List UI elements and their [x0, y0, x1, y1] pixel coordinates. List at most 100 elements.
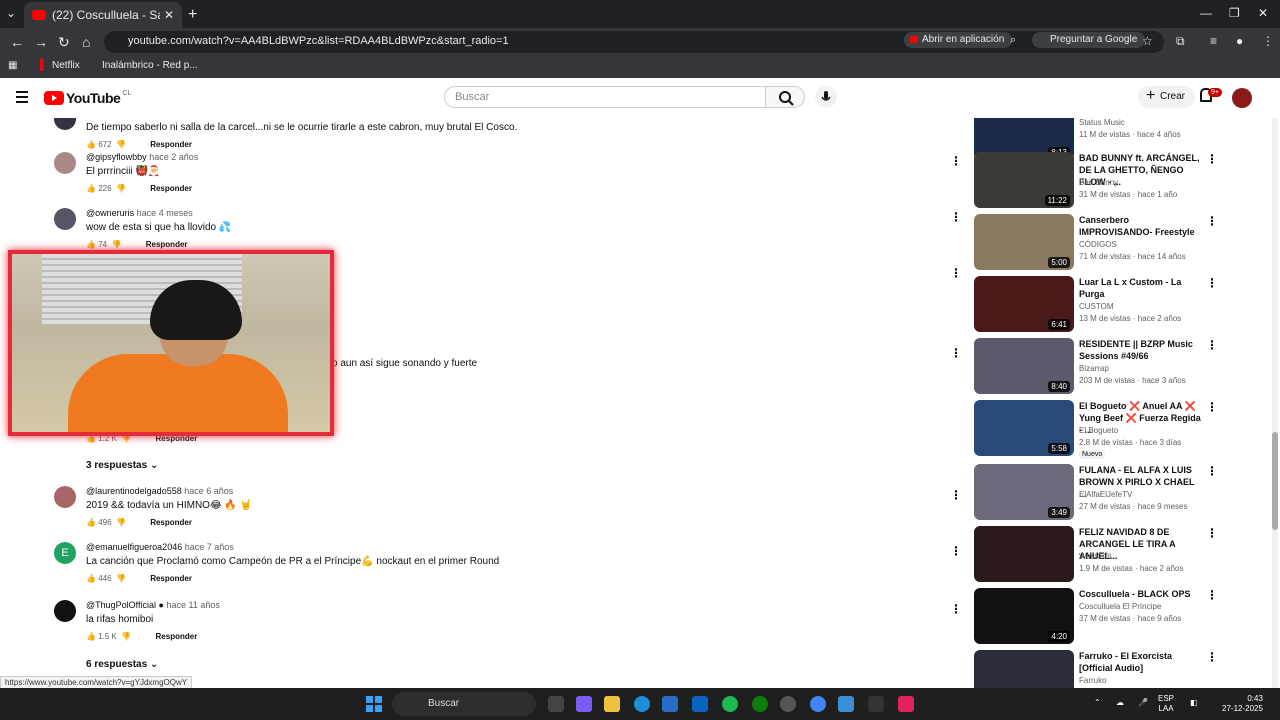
comment-avatar[interactable] — [54, 208, 76, 230]
video-title[interactable]: Canserbero IMPROVISANDO- Freestyle — [1079, 214, 1203, 238]
media-icon[interactable]: ≡ — [1210, 34, 1217, 48]
video-more-icon[interactable]: ⋮ — [1206, 152, 1218, 166]
channel-name[interactable]: El Bogueto — [1079, 426, 1118, 435]
search-input[interactable]: Buscar — [444, 86, 766, 108]
channel-name[interactable]: WestCOL — [1079, 552, 1114, 561]
outlook-icon[interactable] — [692, 696, 708, 712]
comment-more-icon[interactable]: ⋮ — [950, 154, 960, 168]
spotify-icon[interactable] — [722, 696, 738, 712]
replies-toggle[interactable]: 6 respuestas ⌄ — [86, 659, 158, 670]
network-icon[interactable]: ◧ — [1190, 698, 1198, 708]
video-title[interactable]: Farruko - El Exorcista [Official Audio] — [1079, 650, 1203, 674]
video-more-icon[interactable]: ⋮ — [1206, 650, 1218, 664]
copilot-icon[interactable] — [576, 696, 592, 712]
video-more-icon[interactable]: ⋮ — [1206, 400, 1218, 414]
channel-name[interactable]: Farruko — [1079, 676, 1107, 685]
close-tab-icon[interactable]: ✕ — [164, 8, 174, 22]
video-card[interactable]: FELIZ NAVIDAD 8 DE ARCANGEL LE TIRA A AN… — [974, 526, 1218, 584]
youtube-logo[interactable]: YouTube CL — [44, 90, 131, 106]
page-scrollbar[interactable] — [1272, 118, 1278, 688]
language-indicator[interactable]: ESP LAA — [1158, 694, 1174, 714]
xbox-icon[interactable] — [752, 696, 768, 712]
browser-tab-active[interactable]: (22) Cosculluela - Santa Cos [Rí... ✕ — [24, 2, 182, 28]
windows-start-icon[interactable] — [366, 696, 382, 712]
comment-author[interactable]: @gipsyflowbby — [86, 152, 147, 162]
channel-name[interactable]: Cosculluela El Príncipe — [1079, 602, 1161, 611]
video-title[interactable]: Luar La L x Custom - La Purga — [1079, 276, 1203, 300]
comment-more-icon[interactable]: ⋮ — [950, 210, 960, 224]
profile-icon[interactable]: ● — [1236, 34, 1243, 48]
zoom-icon[interactable]: ⌕ — [1010, 34, 1016, 47]
ask-google-button[interactable]: Preguntar a Google — [1032, 32, 1146, 48]
menu-icon[interactable]: ⋮ — [1262, 34, 1274, 48]
create-button[interactable]: Crear — [1138, 86, 1196, 108]
channel-name[interactable]: Bad Bunny — [1079, 178, 1118, 187]
video-more-icon[interactable]: ⋮ — [1206, 276, 1218, 290]
comment-more-icon[interactable]: ⋮ — [950, 346, 960, 360]
reply-button[interactable]: Responder — [150, 184, 192, 193]
tray-overflow-icon[interactable]: ⌃ — [1094, 698, 1101, 708]
taskbar-search[interactable]: Buscar — [392, 692, 536, 716]
user-avatar[interactable] — [1232, 88, 1252, 108]
comment-more-icon[interactable]: ⋮ — [950, 544, 960, 558]
channel-name[interactable]: Bizarrap — [1079, 364, 1109, 373]
reply-button[interactable]: Responder — [150, 140, 192, 149]
channel-name[interactable]: Status Music — [1079, 118, 1125, 127]
new-tab-button[interactable]: + — [188, 6, 197, 24]
comment-time[interactable]: hace 7 años — [185, 542, 234, 552]
comment-author[interactable]: @ThugPolOfficial — [86, 600, 156, 610]
back-icon[interactable]: ← — [10, 34, 24, 50]
comment-more-icon[interactable]: ⋮ — [950, 602, 960, 616]
reload-icon[interactable]: ↻ — [58, 34, 70, 51]
comment-more-icon[interactable]: ⋮ — [950, 488, 960, 502]
forward-icon[interactable]: → — [34, 34, 48, 50]
channel-name[interactable]: ElAlfaElJefeTV — [1079, 490, 1132, 499]
replies-toggle[interactable]: 3 respuestas ⌄ — [86, 460, 158, 471]
task-view-icon[interactable] — [548, 696, 564, 712]
onedrive-icon[interactable]: ☁ — [1116, 698, 1124, 708]
search-button[interactable] — [765, 86, 805, 108]
video-card[interactable]: 4:20 Cosculluela - BLACK OPS Cosculluela E… — [974, 588, 1218, 646]
video-card[interactable]: 11:22 BAD BUNNY ft. ARCÁNGEL, DE LA GHETT… — [974, 152, 1218, 210]
video-card[interactable]: 5:58 El Bogueto ❌ Anuel AA ❌ Yung Beef ❌ … — [974, 400, 1218, 459]
clock[interactable]: 0:43 27-12-2025 — [1222, 694, 1263, 714]
video-card[interactable]: 3:49 FULANA - EL ALFA X LUIS BROWN X PIRL… — [974, 464, 1218, 522]
video-card[interactable]: Farruko - El Exorcista [Official Audio] F… — [974, 650, 1218, 688]
reply-button[interactable]: Responder — [156, 632, 198, 641]
tiktok-icon[interactable] — [898, 696, 914, 712]
video-card[interactable]: 6:41 Luar La L x Custom - La Purga CUSTOM 1… — [974, 276, 1218, 334]
chrome-icon[interactable] — [810, 696, 826, 712]
store-icon[interactable] — [662, 696, 678, 712]
close-window-icon[interactable]: ✕ — [1258, 6, 1268, 20]
tab-search-icon[interactable]: ⌄ — [6, 6, 16, 20]
steam-icon[interactable] — [780, 696, 796, 712]
reply-button[interactable]: Responder — [150, 518, 192, 527]
bookmark-inalambrico[interactable]: Inalámbrico - Red p... — [102, 60, 198, 71]
restore-icon[interactable]: ❐ — [1229, 6, 1240, 20]
comment-time[interactable]: hace 11 años — [166, 600, 219, 610]
bookmark-star-icon[interactable]: ☆ — [1142, 34, 1153, 48]
comment-time[interactable]: hace 2 años — [149, 152, 198, 162]
comment-author[interactable]: @owneruris — [86, 208, 134, 218]
video-more-icon[interactable]: ⋮ — [1206, 214, 1218, 228]
app-icon[interactable] — [868, 696, 884, 712]
comment-avatar[interactable] — [54, 118, 76, 130]
video-title[interactable]: RESIDENTE || BZRP Music Sessions #49/66 — [1079, 338, 1203, 362]
comment-avatar[interactable] — [54, 152, 76, 174]
reply-button[interactable]: Responder — [150, 574, 192, 583]
microphone-icon[interactable] — [815, 86, 837, 108]
bookmark-netflix[interactable]: Netflix — [52, 60, 80, 71]
comment-time[interactable]: hace 6 años — [184, 486, 233, 496]
photos-icon[interactable] — [838, 696, 854, 712]
video-card[interactable]: 8:40 RESIDENTE || BZRP Music Sessions #49… — [974, 338, 1218, 396]
comment-avatar[interactable] — [54, 486, 76, 508]
minimize-icon[interactable]: — — [1200, 6, 1212, 20]
home-icon[interactable]: ⌂ — [82, 34, 90, 50]
extensions-icon[interactable]: ⧉ — [1176, 34, 1185, 49]
video-more-icon[interactable]: ⋮ — [1206, 464, 1218, 478]
video-more-icon[interactable]: ⋮ — [1206, 526, 1218, 540]
channel-name[interactable]: CÓDIGOS — [1079, 240, 1117, 249]
comment-time[interactable]: hace 4 meses — [137, 208, 193, 218]
hamburger-menu-icon[interactable] — [16, 91, 28, 106]
channel-name[interactable]: CUSTOM — [1079, 302, 1114, 311]
